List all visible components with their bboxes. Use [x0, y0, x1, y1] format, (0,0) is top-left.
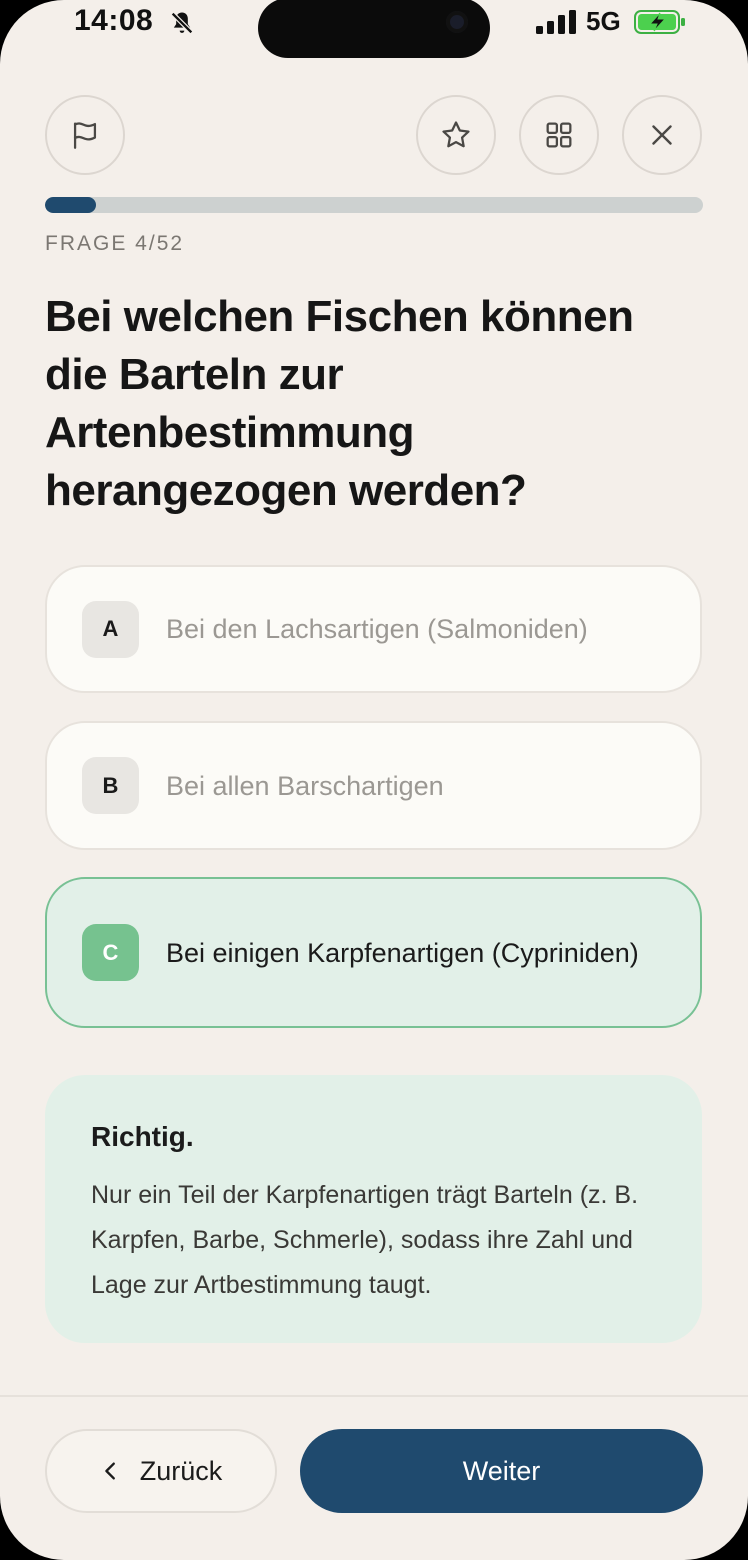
question-text: Bei welchen Fischen können die Barteln z…: [45, 292, 634, 515]
battery-charging-icon: [634, 10, 685, 34]
question-counter: FRAGE 4/52: [45, 232, 185, 255]
progress-bar: [45, 197, 703, 213]
bell-off-icon: [170, 11, 194, 35]
feedback-explanation: Nur ein Teil der Karpfenartigen trägt Ba…: [91, 1181, 639, 1299]
answer-option-b[interactable]: B Bei allen Barschartigen: [45, 721, 702, 850]
answer-option-c[interactable]: C Bei einigen Karpfenartigen (Cypriniden…: [45, 877, 702, 1028]
bottom-divider: [0, 1395, 748, 1397]
grid-icon: [546, 122, 572, 148]
answer-option-a[interactable]: A Bei den Lachsartigen (Salmoniden): [45, 565, 702, 693]
star-icon: [442, 121, 470, 148]
close-button[interactable]: [622, 95, 702, 175]
phone-screen: 14:08 5G FRAGE 4/52 Bei welchen Fischen …: [0, 0, 748, 1560]
progress-fill: [45, 197, 96, 213]
answer-text: Bei einigen Karpfenartigen (Cypriniden): [166, 937, 639, 968]
feedback-title: Richtig.: [91, 1121, 194, 1152]
camera-icon: [446, 11, 468, 33]
answer-text: Bei allen Barschartigen: [166, 770, 444, 801]
answer-letter-badge: A: [82, 600, 139, 658]
chevron-left-icon: [104, 1462, 115, 1480]
network-label: 5G: [586, 6, 621, 36]
answer-letter-badge: B: [82, 757, 139, 814]
signal-icon: [536, 10, 576, 34]
status-time: 14:08: [74, 4, 154, 37]
feedback-panel: Richtig. Nur ein Teil der Karpfenartigen…: [45, 1075, 702, 1343]
back-button[interactable]: Zurück: [45, 1429, 277, 1513]
back-button-label: Zurück: [139, 1455, 223, 1486]
flag-icon: [73, 122, 97, 149]
next-button[interactable]: Weiter: [300, 1429, 703, 1513]
overview-button[interactable]: [519, 95, 599, 175]
dynamic-island: [258, 0, 490, 58]
report-flag-button[interactable]: [45, 95, 125, 175]
answer-text: Bei den Lachsartigen (Salmoniden): [166, 614, 588, 644]
answer-letter-badge: C: [82, 924, 139, 981]
next-button-label: Weiter: [462, 1455, 541, 1486]
close-icon: [652, 125, 672, 145]
status-bar: 14:08 5G: [0, 0, 748, 58]
favorite-button[interactable]: [416, 95, 496, 175]
